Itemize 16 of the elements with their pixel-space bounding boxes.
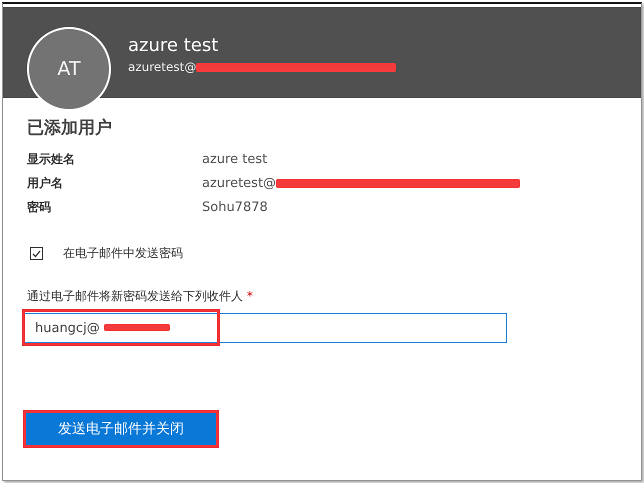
detail-label: 显示姓名 [27,150,76,168]
checkbox[interactable] [30,247,43,260]
avatar: AT [27,27,111,111]
user-name: azure test [128,35,220,56]
recipient-email-field[interactable]: huangcj@ [24,313,507,343]
checkbox-label: 在电子邮件中发送密码 [63,245,183,262]
detail-value: azuretest@ [202,176,276,190]
user-email: azuretest@ [128,60,196,74]
detail-label: 用户名 [27,174,64,192]
send-email-close-button[interactable]: 发送电子邮件并关闭 [25,413,217,445]
redaction-mark [104,324,170,331]
section-title: 已添加用户 [27,117,113,139]
detail-label: 密码 [27,198,52,216]
field-label: 通过电子邮件将新密码发送给下列收件人 * [27,288,254,305]
detail-value: Sohu7878 [202,200,268,214]
detail-value: azure test [202,152,268,166]
